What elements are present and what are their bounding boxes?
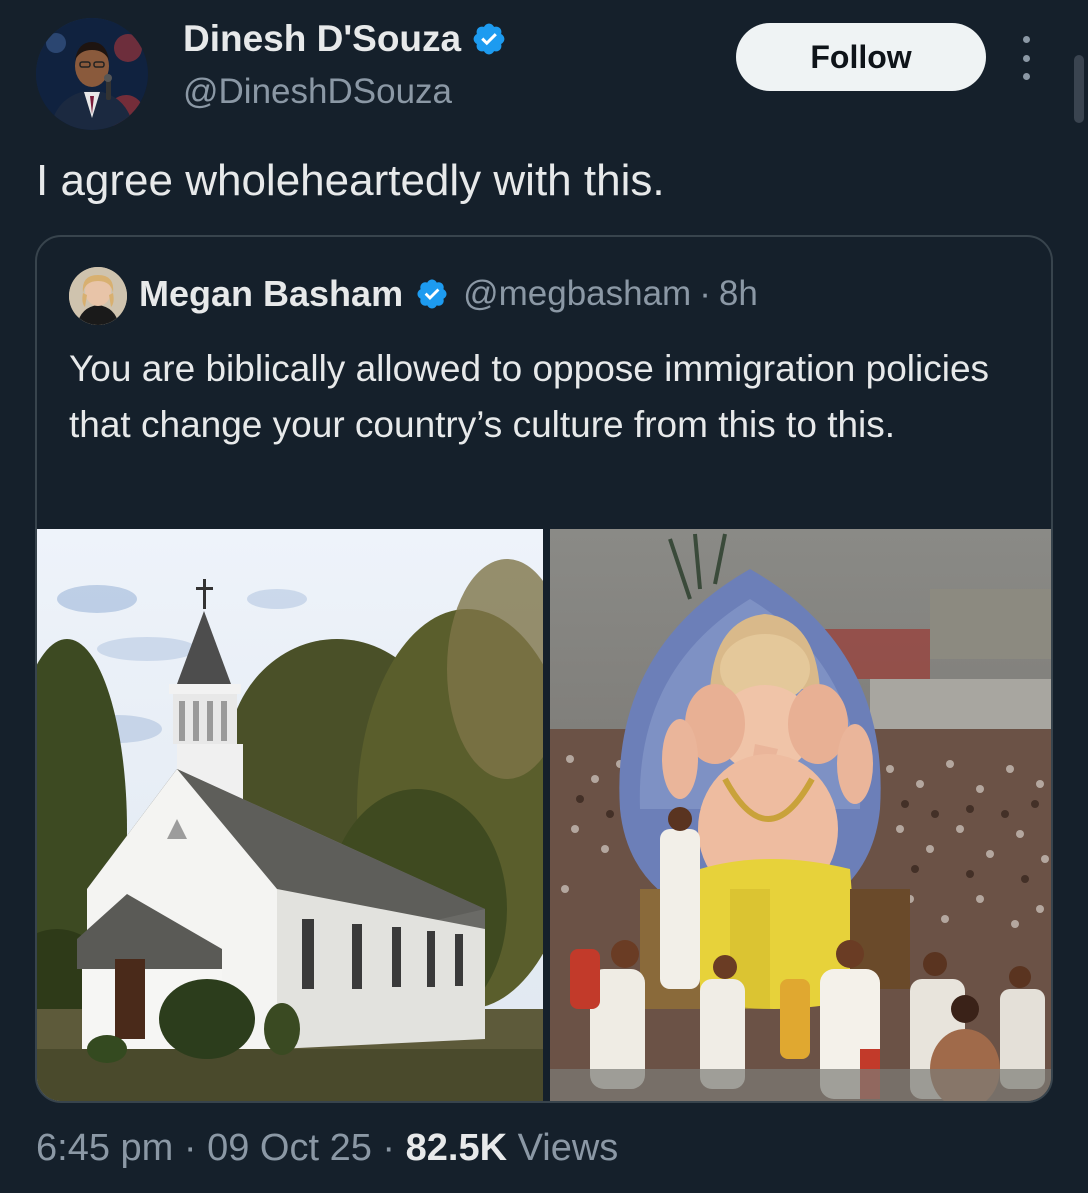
views-label: Views xyxy=(517,1127,619,1169)
views-count[interactable]: 82.5K xyxy=(406,1127,507,1169)
quoted-tweet-time[interactable]: 8h xyxy=(719,274,758,314)
author-handle[interactable]: @DineshDSouza xyxy=(183,72,452,112)
separator-dot: · xyxy=(699,274,711,313)
tweet-page: Dinesh D'Souza @DineshDSouza Follow I ag… xyxy=(0,0,1088,1193)
quoted-tweet-header: Megan Basham @megbasham · 8h xyxy=(139,273,758,315)
more-options-icon[interactable] xyxy=(1014,36,1038,80)
author-name-row[interactable]: Dinesh D'Souza xyxy=(183,18,507,60)
tweet-time[interactable]: 6:45 pm xyxy=(36,1127,173,1169)
quoted-tweet-text: You are biblically allowed to oppose imm… xyxy=(69,348,990,445)
scrollbar[interactable] xyxy=(1074,55,1084,123)
author-name[interactable]: Dinesh D'Souza xyxy=(183,18,461,60)
quoted-tweet-card[interactable]: Megan Basham @megbasham · 8h You are bib… xyxy=(35,235,1053,1103)
quoted-author-handle[interactable]: @megbasham xyxy=(463,274,691,314)
quoted-tweet-media[interactable] xyxy=(37,529,1051,1101)
verified-badge-icon xyxy=(471,21,507,57)
follow-button[interactable]: Follow xyxy=(736,23,986,91)
church-image[interactable] xyxy=(37,529,577,1101)
tweet-text: I agree wholeheartedly with this. xyxy=(36,156,665,205)
separator-dot: · xyxy=(183,1127,197,1169)
tweet-date[interactable]: 09 Oct 25 xyxy=(207,1127,372,1169)
verified-badge-icon xyxy=(415,277,449,311)
quoted-author-name[interactable]: Megan Basham xyxy=(139,273,403,315)
tweet-footer: 6:45 pm · 09 Oct 25 · 82.5K Views xyxy=(36,1127,618,1170)
quoted-author-avatar[interactable] xyxy=(69,267,127,325)
separator-dot: · xyxy=(382,1127,396,1169)
ganesh-festival-image[interactable] xyxy=(550,529,1051,1101)
author-avatar[interactable] xyxy=(36,18,148,130)
